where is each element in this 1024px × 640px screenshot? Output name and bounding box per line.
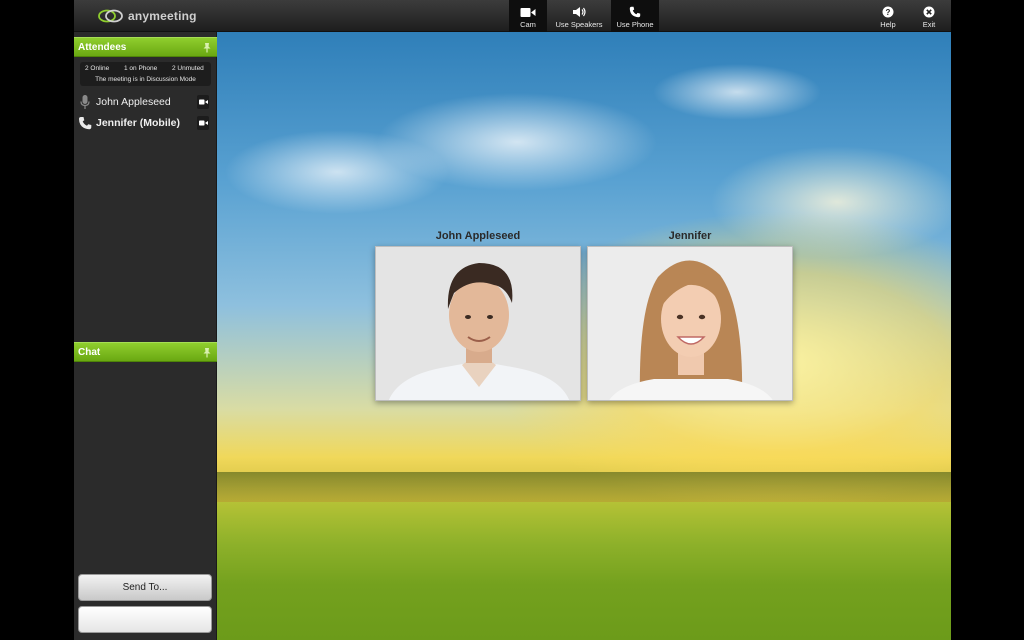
video-tile-john[interactable]: John Appleseed — [375, 230, 581, 402]
chat-input[interactable] — [78, 606, 212, 633]
attendees-header[interactable]: Attendees — [74, 37, 218, 57]
sidebar: Attendees 2 Online 1 on Phone 2 Unmuted … — [74, 32, 218, 640]
attendee-camera-button[interactable] — [197, 116, 209, 130]
anymeeting-logo: anymeeting — [98, 8, 197, 24]
attendee-name: Jennifer (Mobile) — [96, 117, 181, 129]
use-phone-label: Use Phone — [616, 20, 654, 29]
camera-icon — [198, 99, 208, 105]
use-speakers-button[interactable]: Use Speakers — [549, 0, 609, 32]
exit-button[interactable]: Exit — [916, 0, 942, 32]
video-feed — [587, 246, 793, 401]
send-to-button[interactable]: Send To... — [78, 574, 212, 601]
attendee-name: John Appleseed — [96, 96, 171, 108]
meeting-mode: The meeting is in Discussion Mode — [95, 76, 196, 83]
pin-icon[interactable] — [202, 42, 212, 53]
video-tile-name: Jennifer — [668, 230, 712, 242]
meeting-status: 2 Online 1 on Phone 2 Unmuted The meetin… — [80, 62, 211, 86]
participant-video — [376, 247, 580, 400]
online-count: 2 Online — [85, 65, 110, 72]
svg-text:?: ? — [886, 8, 891, 17]
speech-bubbles-icon — [98, 9, 123, 23]
cam-button[interactable]: Cam — [509, 0, 547, 32]
phone-icon — [79, 117, 92, 130]
participant-video — [588, 247, 792, 400]
meeting-stage: John Appleseed Jennifer — [217, 32, 951, 640]
chat-title: Chat — [78, 347, 101, 358]
chat-header[interactable]: Chat — [74, 342, 218, 362]
pin-icon[interactable] — [202, 347, 212, 358]
attendees-title: Attendees — [78, 42, 127, 53]
unmuted-count: 2 Unmuted — [172, 65, 204, 72]
background-meadow — [217, 502, 951, 640]
attendee-row[interactable]: John Appleseed — [74, 93, 217, 111]
attendee-camera-button[interactable] — [197, 95, 209, 109]
use-phone-button[interactable]: Use Phone — [611, 0, 659, 32]
camera-icon — [198, 120, 208, 126]
help-label: Help — [880, 20, 896, 29]
help-button[interactable]: ? Help — [874, 0, 902, 32]
on-phone-count: 1 on Phone — [124, 65, 158, 72]
help-icon: ? — [882, 6, 894, 18]
microphone-icon — [80, 95, 90, 109]
video-feed — [375, 246, 581, 401]
app-window: anymeeting Cam Use Speakers Use Phone ? … — [74, 0, 951, 640]
logo-text: anymeeting — [128, 9, 197, 23]
video-tile-jennifer[interactable]: Jennifer — [587, 230, 793, 402]
exit-label: Exit — [922, 20, 936, 29]
camera-icon — [520, 8, 536, 17]
video-tile-name: John Appleseed — [435, 230, 521, 242]
phone-icon — [629, 6, 641, 18]
top-toolbar: anymeeting Cam Use Speakers Use Phone ? … — [74, 0, 951, 32]
use-speakers-label: Use Speakers — [555, 20, 603, 29]
cam-label: Cam — [520, 20, 536, 29]
close-icon — [923, 6, 935, 18]
speaker-icon — [573, 7, 586, 17]
attendee-row[interactable]: Jennifer (Mobile) — [74, 114, 217, 132]
